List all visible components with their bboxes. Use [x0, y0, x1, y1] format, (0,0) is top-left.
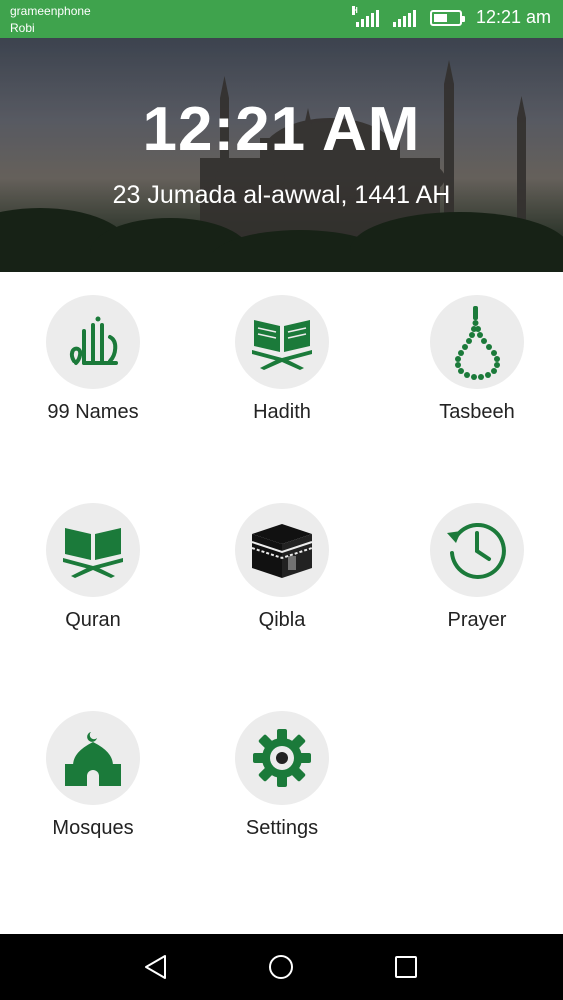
kaaba-icon	[251, 524, 313, 578]
menu-item-hadith[interactable]: Hadith	[188, 272, 376, 452]
navigation-bar	[0, 934, 563, 1000]
quran-icon	[63, 528, 123, 578]
carrier-primary: grameenphone	[10, 4, 91, 18]
menu-item-label: Tasbeeh	[439, 401, 515, 423]
menu-item-label: Prayer	[447, 609, 507, 631]
mosque-icon	[65, 732, 121, 786]
menu-item-label: Hadith	[253, 401, 311, 423]
menu-item-label: Mosques	[52, 817, 134, 839]
menu-item-label: Qibla	[258, 609, 306, 631]
gear-icon	[253, 729, 311, 787]
menu-item-settings[interactable]: Settings	[188, 688, 376, 868]
signal-icon	[392, 9, 416, 27]
menu-item-qibla[interactable]: Qibla	[188, 480, 376, 660]
prayer-beads-icon	[455, 306, 500, 380]
menu-item-label: Quran	[65, 609, 121, 631]
back-icon[interactable]	[141, 952, 171, 982]
menu-item-prayer[interactable]: Prayer	[383, 480, 563, 660]
menu-item-label: 99 Names	[47, 401, 139, 423]
signal-h-icon: H	[351, 5, 379, 27]
current-time: 12:21 AM	[142, 95, 421, 164]
status-bar: grameenphone Robi H 12:21 am	[0, 0, 563, 38]
carrier-secondary: Robi	[10, 21, 35, 35]
menu-item-label: Settings	[245, 817, 319, 839]
menu-item-99-names[interactable]: 99 Names	[0, 272, 187, 452]
header-banner: 12:21 AM 23 Jumada al-awwal, 1441 AH	[0, 38, 563, 272]
hijri-date: 23 Jumada al-awwal, 1441 AH	[112, 181, 451, 209]
clock-history-icon	[447, 522, 506, 579]
status-time: 12:21 am	[475, 7, 551, 27]
home-icon[interactable]	[266, 952, 296, 982]
menu-item-mosques[interactable]: Mosques	[0, 688, 187, 868]
recents-icon[interactable]	[391, 952, 421, 982]
menu-item-tasbeeh[interactable]: Tasbeeh	[383, 272, 563, 452]
allah-calligraphy-icon	[69, 316, 118, 365]
book-stand-icon	[252, 320, 312, 370]
menu-grid: 99 Names Hadith Tasbeeh Quran Qibla Pray…	[0, 272, 563, 934]
menu-item-quran[interactable]: Quran	[0, 480, 187, 660]
battery-icon	[429, 9, 465, 26]
